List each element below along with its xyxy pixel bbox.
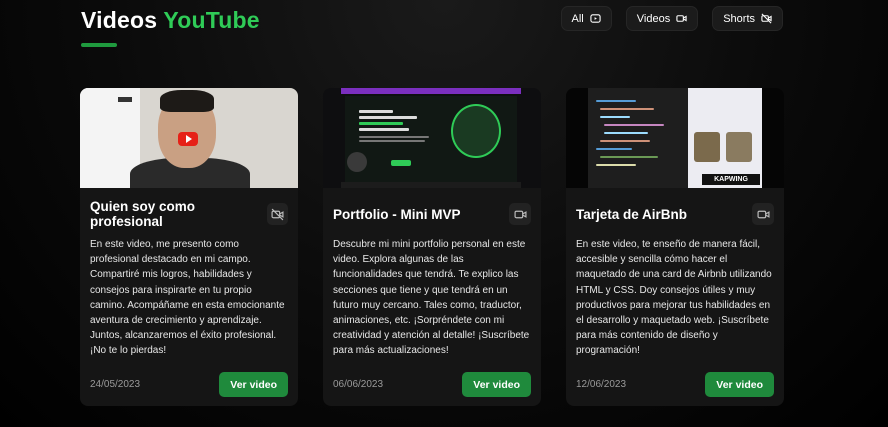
video-card: Portfolio - Mini MVP Descubre mi mini po… [323, 88, 541, 406]
play-square-icon [590, 14, 601, 23]
filter-all-button[interactable]: All [560, 6, 612, 31]
page-title-accent: YouTube [163, 7, 260, 33]
video-card-list: Quien soy como profesional En este video… [80, 88, 784, 406]
card-title: Tarjeta de AirBnb [576, 206, 688, 222]
title-underline [81, 43, 117, 47]
card-date: 12/06/2023 [576, 379, 627, 390]
video-type-badge [266, 203, 288, 225]
filter-shorts-label: Shorts [723, 12, 755, 25]
youtube-play-icon[interactable] [178, 132, 198, 146]
card-date: 06/06/2023 [333, 379, 384, 390]
filter-bar: All Videos Shorts [560, 6, 783, 31]
video-type-badge [752, 203, 774, 225]
card-date: 24/05/2023 [90, 379, 141, 390]
video-camera-icon [676, 15, 687, 22]
card-title: Quien soy como profesional [90, 199, 196, 229]
filter-videos-label: Videos [636, 12, 671, 25]
watch-video-button[interactable]: Ver video [462, 372, 531, 397]
card-description: En este video, me presento como profesio… [90, 239, 285, 357]
filter-all-label: All [571, 12, 584, 25]
page-title-main: Videos [81, 7, 158, 33]
watch-video-button[interactable]: Ver video [219, 372, 288, 397]
watch-video-button[interactable]: Ver video [705, 372, 774, 397]
video-off-icon [271, 208, 284, 220]
card-description: En este video, te enseño de manera fácil… [576, 239, 772, 357]
video-card: Quien soy como profesional En este video… [80, 88, 298, 406]
card-title: Portfolio - Mini MVP [333, 206, 461, 222]
video-thumbnail[interactable] [323, 88, 541, 188]
kapwing-watermark: KAPWING [702, 174, 760, 185]
page-header: Videos YouTube All Videos Shorts [81, 6, 783, 50]
video-camera-icon [756, 210, 770, 218]
video-thumbnail[interactable] [80, 88, 298, 188]
video-camera-icon [513, 210, 527, 218]
card-description: Descubre mi mini portfolio personal en e… [333, 239, 530, 357]
filter-shorts-button[interactable]: Shorts [712, 6, 783, 31]
filter-videos-button[interactable]: Videos [625, 6, 699, 31]
video-card: KAPWING Tarjeta de AirBnb En este video,… [566, 88, 784, 406]
video-type-badge [509, 203, 531, 225]
video-off-icon [761, 13, 772, 24]
video-thumbnail[interactable]: KAPWING [566, 88, 784, 188]
